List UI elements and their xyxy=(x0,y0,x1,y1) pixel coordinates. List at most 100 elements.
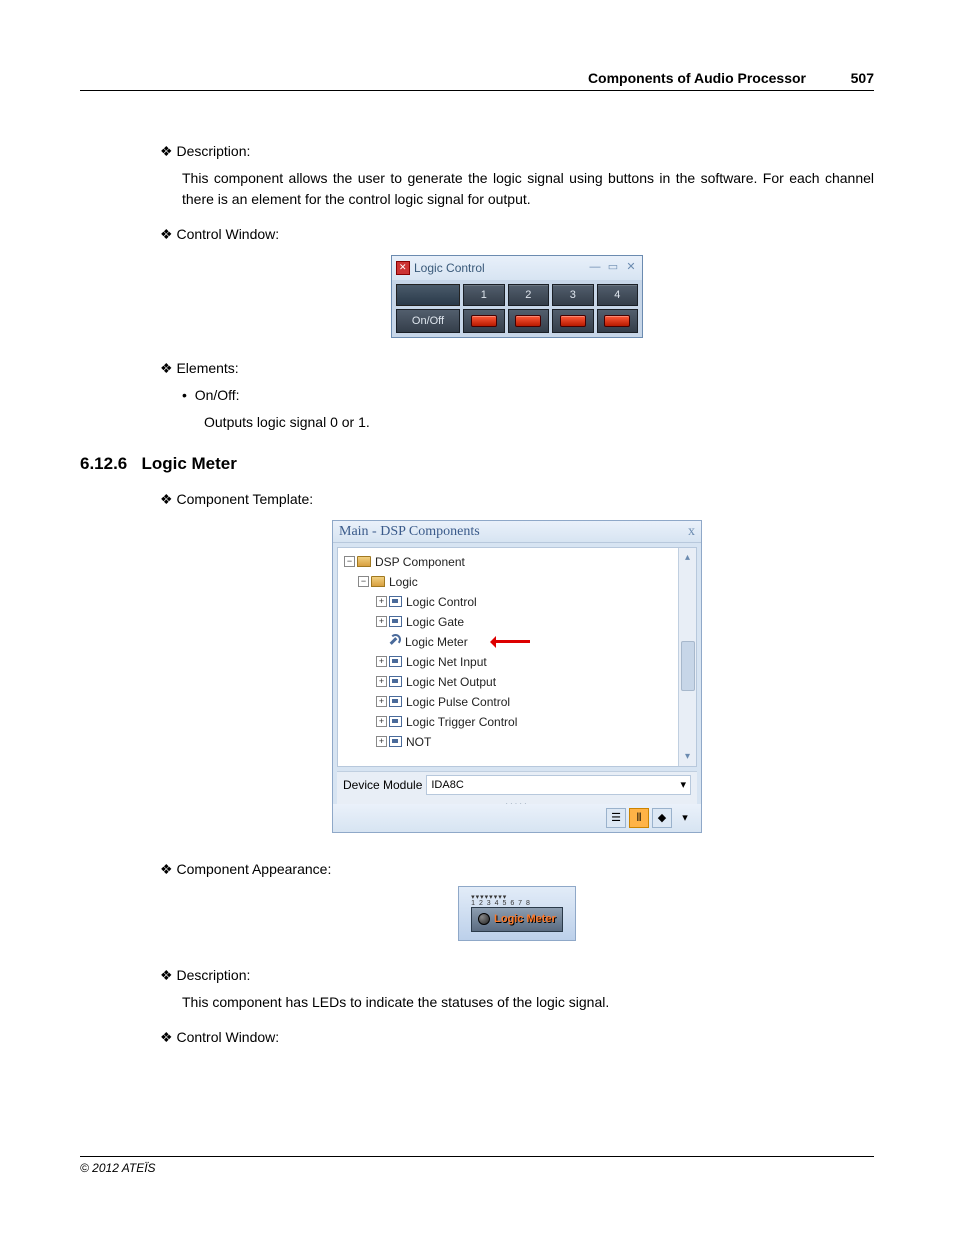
led-icon xyxy=(478,913,490,925)
dsp-toolbar: ☰ ⦀ ◆ ▾ xyxy=(333,804,701,832)
tree-row-logic[interactable]: − Logic xyxy=(338,572,696,592)
document-page: Components of Audio Processor 507 ❖ Desc… xyxy=(0,0,954,1084)
component-icon xyxy=(389,616,402,627)
tree-label: Logic Control xyxy=(406,593,477,611)
section-heading: 6.12.6 Logic Meter xyxy=(80,451,874,477)
lc-titlebar: Logic Control — ▭ ✕ xyxy=(392,256,642,280)
tree-label: NOT xyxy=(406,733,431,751)
expander-icon[interactable]: + xyxy=(376,616,387,627)
scroll-thumb[interactable] xyxy=(681,641,695,691)
expander-icon[interactable]: − xyxy=(344,556,355,567)
tree-row[interactable]: + Logic Trigger Control xyxy=(338,712,696,732)
lc-col-1: 1 xyxy=(463,284,505,306)
close-icon[interactable]: x xyxy=(688,521,695,542)
dsp-figure: Main - DSP Components x − DSP Component … xyxy=(160,520,874,834)
dsp-panel: Main - DSP Components x − DSP Component … xyxy=(332,520,702,834)
bullet-label: Description: xyxy=(176,967,250,983)
bullet-appearance: ❖ Component Appearance: xyxy=(160,859,874,880)
tree-label: Logic Pulse Control xyxy=(406,693,510,711)
lc-toggle-1[interactable] xyxy=(463,309,505,333)
onoff-text: Outputs logic signal 0 or 1. xyxy=(160,412,874,433)
tree-label: Logic xyxy=(389,573,418,591)
bullet-control-window-2: ❖ Control Window: xyxy=(160,1027,874,1048)
device-module-dropdown[interactable]: IDA8C ▾ xyxy=(426,775,691,796)
tree-row[interactable]: + Logic Gate xyxy=(338,612,696,632)
bullet-control-window: ❖ Control Window: xyxy=(160,224,874,245)
section-title: Logic Meter xyxy=(141,454,236,473)
component-icon xyxy=(389,596,402,607)
dsp-footer: Device Module IDA8C ▾ xyxy=(337,771,697,799)
scrollbar[interactable]: ▴ ▾ xyxy=(678,548,696,766)
expander-icon[interactable]: + xyxy=(376,676,387,687)
lc-title: Logic Control xyxy=(414,259,485,277)
lm-ticks: ▾▾▾▾▾▾▾▾1 2 3 4 5 6 7 8 xyxy=(471,895,563,907)
tree-row[interactable]: + Logic Net Input xyxy=(338,652,696,672)
expander-icon[interactable]: + xyxy=(376,656,387,667)
chevron-down-icon[interactable]: ▾ xyxy=(675,808,695,828)
dropdown-value: IDA8C xyxy=(431,777,463,794)
expander-icon[interactable]: + xyxy=(376,596,387,607)
tree-label: Logic Net Output xyxy=(406,673,496,691)
chevron-down-icon: ▾ xyxy=(680,777,686,794)
component-icon xyxy=(389,716,402,727)
tree-row[interactable]: + NOT xyxy=(338,732,696,752)
toggle-button-icon xyxy=(471,315,497,327)
tree-row-root[interactable]: − DSP Component xyxy=(338,552,696,572)
toggle-button-icon xyxy=(604,315,630,327)
expander-icon[interactable]: + xyxy=(376,716,387,727)
bullet-template: ❖ Component Template: xyxy=(160,489,874,510)
tree-row-logic-meter[interactable]: Logic Meter xyxy=(338,632,696,652)
bullet-label: Description: xyxy=(176,143,250,159)
toolbar-btn-list[interactable]: ☰ xyxy=(606,808,626,828)
bullet-label: Control Window: xyxy=(176,226,279,242)
scroll-down-icon[interactable]: ▾ xyxy=(683,747,692,766)
component-icon xyxy=(389,656,402,667)
header-section-title: Components of Audio Processor xyxy=(588,70,806,86)
bullet-label: Control Window: xyxy=(176,1029,279,1045)
tree-label: Logic Net Input xyxy=(406,653,487,671)
bullet-description-2: ❖ Description: xyxy=(160,965,874,986)
toolbar-btn-pin[interactable]: ◆ xyxy=(652,808,672,828)
maximize-icon[interactable]: ▭ xyxy=(606,262,620,274)
tree-label: Logic Trigger Control xyxy=(406,713,517,731)
page-footer: © 2012 ATEÏS xyxy=(80,1156,874,1175)
lc-col-3: 3 xyxy=(552,284,594,306)
tree-label: DSP Component xyxy=(375,553,465,571)
tree-row[interactable]: + Logic Pulse Control xyxy=(338,692,696,712)
lc-col-4: 4 xyxy=(597,284,639,306)
bullet-label: Component Appearance: xyxy=(176,861,331,877)
expander-icon[interactable]: + xyxy=(376,736,387,747)
lc-toggle-3[interactable] xyxy=(552,309,594,333)
lc-corner xyxy=(396,284,460,306)
app-icon xyxy=(396,261,410,275)
logic-control-figure: Logic Control — ▭ ✕ 1 2 3 4 On/Off xyxy=(160,255,874,338)
minimize-icon[interactable]: — xyxy=(588,262,602,274)
header-page-number: 507 xyxy=(824,70,874,86)
page-header: Components of Audio Processor 507 xyxy=(80,70,874,91)
tree-row[interactable]: + Logic Net Output xyxy=(338,672,696,692)
dsp-tree: − DSP Component − Logic + Logic Control xyxy=(337,547,697,767)
close-icon[interactable]: ✕ xyxy=(624,262,638,274)
toolbar-btn-columns[interactable]: ⦀ xyxy=(629,808,649,828)
expander-icon[interactable]: − xyxy=(358,576,369,587)
lc-row-label: On/Off xyxy=(396,309,460,333)
tree-label: Logic Gate xyxy=(406,613,464,631)
logic-control-window: Logic Control — ▭ ✕ 1 2 3 4 On/Off xyxy=(391,255,643,338)
bullet-description: ❖ Description: xyxy=(160,141,874,162)
lm-label: Logic Meter xyxy=(494,911,556,928)
expander-icon[interactable]: + xyxy=(376,696,387,707)
bullet-label: Component Template: xyxy=(176,491,313,507)
component-icon xyxy=(389,736,402,747)
tree-row[interactable]: + Logic Control xyxy=(338,592,696,612)
component-icon xyxy=(389,696,402,707)
toggle-button-icon xyxy=(560,315,586,327)
bullet-label: Elements: xyxy=(176,360,238,376)
scroll-up-icon[interactable]: ▴ xyxy=(683,548,692,567)
bullet-label: On/Off: xyxy=(195,387,240,403)
dsp-title: Main - DSP Components xyxy=(339,521,480,542)
lc-toggle-4[interactable] xyxy=(597,309,639,333)
logic-meter-component[interactable]: Logic Meter xyxy=(471,907,563,932)
section-number: 6.12.6 xyxy=(80,454,127,473)
folder-open-icon xyxy=(357,556,371,567)
lc-toggle-2[interactable] xyxy=(508,309,550,333)
